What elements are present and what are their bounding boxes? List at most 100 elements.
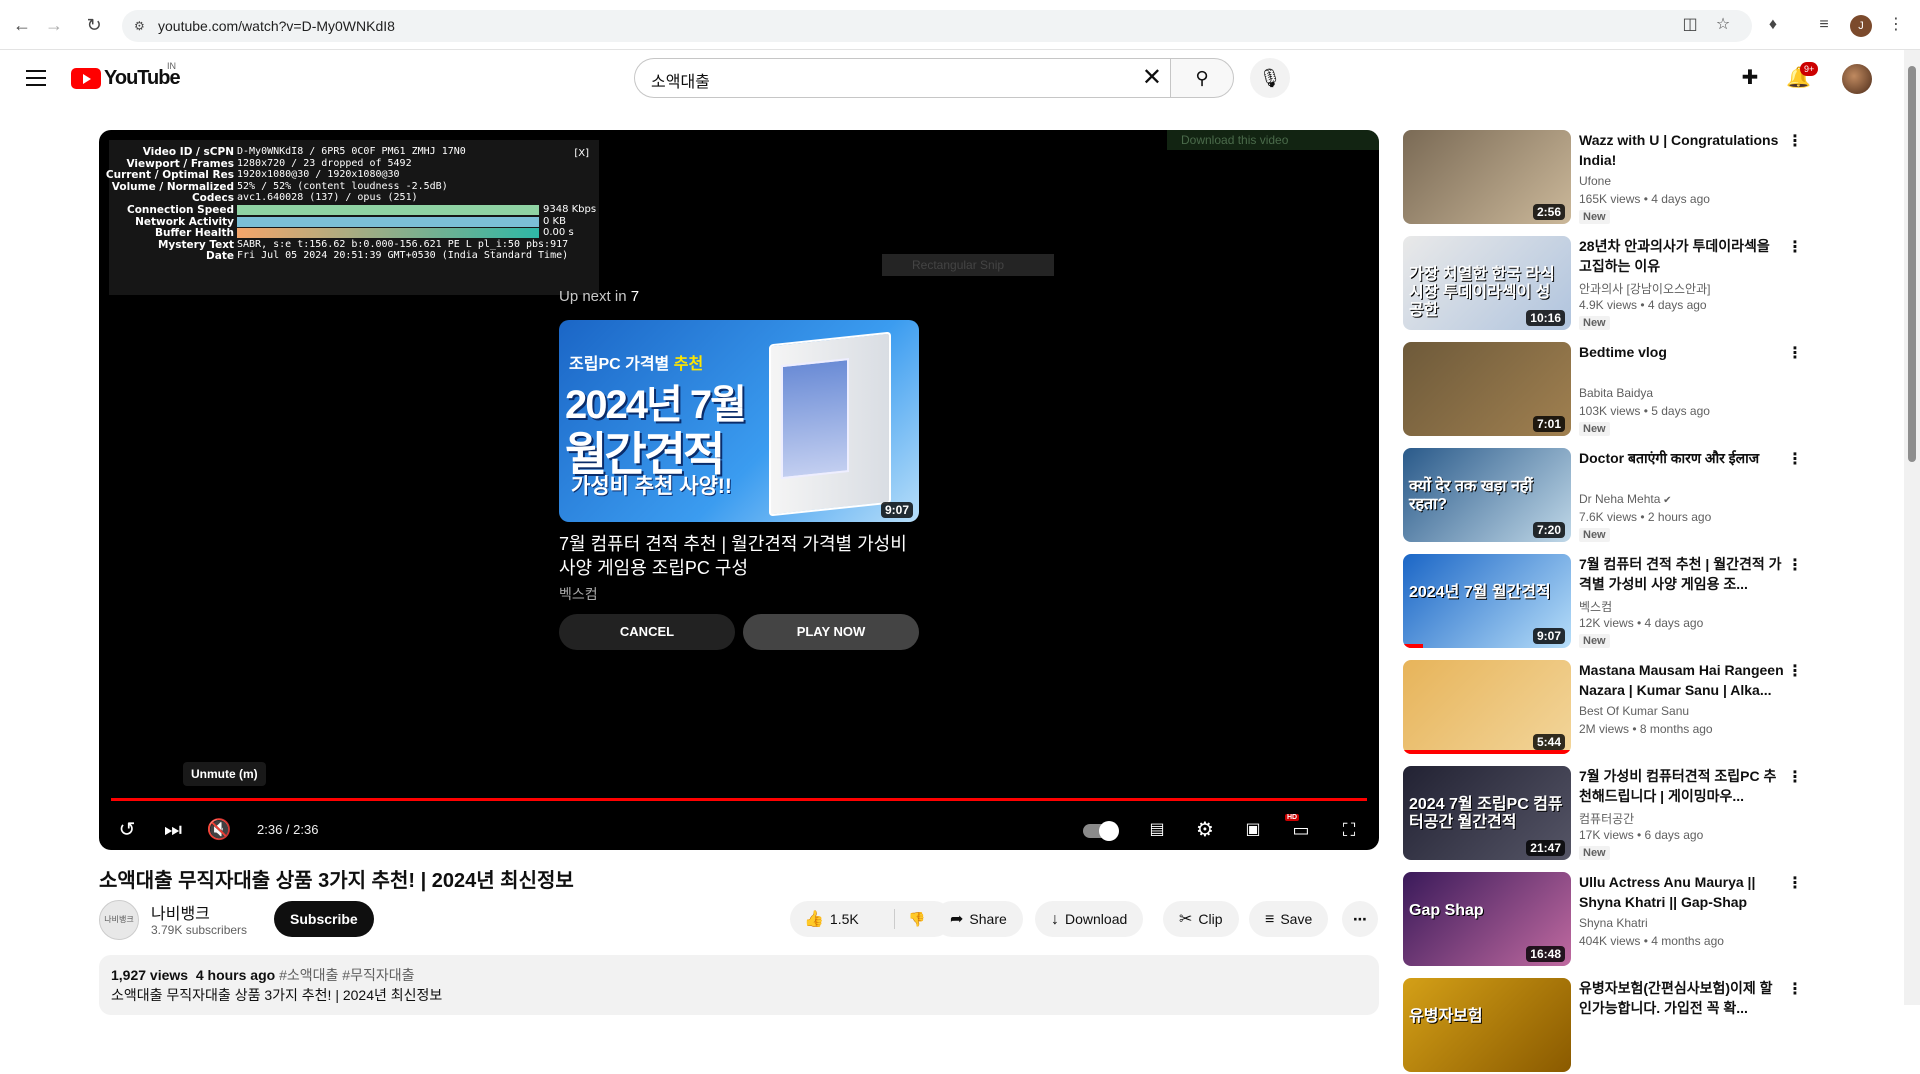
play-now-button[interactable]: PLAY NOW [743,614,919,650]
add-playlist-icon: ≡ [1265,911,1275,928]
video-title[interactable]: Ullu Actress Anu Maurya || Shyna Khatri … [1579,872,1785,912]
theater-mode-icon[interactable]: ▭ [1283,812,1319,848]
next-video-icon[interactable]: ⏭ [155,812,191,848]
more-vertical-icon[interactable]: ⋮ [1785,770,1805,786]
dislike-button[interactable]: 👎 [908,901,925,937]
account-avatar[interactable] [1842,64,1872,94]
create-video-icon[interactable]: ✚ [1738,66,1762,90]
video-thumbnail[interactable]: Gap Shap 16:48 [1403,872,1571,966]
share-button[interactable]: ➦ Share [934,901,1023,937]
browser-profile-avatar[interactable]: J [1850,15,1872,37]
site-info-icon[interactable]: ⚙ [134,18,150,34]
download-button[interactable]: ↓ Download [1035,901,1144,937]
reload-icon[interactable]: ↻ [82,13,106,37]
recommended-video[interactable]: 유병자보험 유병자보험(간편심사보험)이제 할인가능합니다. 가입전 꼭 확...… [1403,978,1803,1074]
duration-badge: 9:07 [880,502,913,518]
youtube-logo[interactable]: YouTube IN [71,61,181,89]
more-actions-button[interactable]: ⋯ [1342,901,1378,937]
media-controls-icon[interactable]: ≡ [1812,13,1836,37]
miniplayer-icon[interactable]: ▣ [1235,812,1271,848]
channel-avatar[interactable]: 나비뱅크 [99,900,139,940]
install-app-icon[interactable]: ◫ [1678,13,1702,37]
recommended-video[interactable]: 2024년 7월 월간견적 9:07 7월 컴퓨터 견적 추천 | 월간견적 가격별… [1403,554,1803,650]
stats-key: Codecs [191,192,234,205]
channel-name[interactable]: 컴퓨터공간 [1579,810,1634,827]
progress-bar[interactable] [111,798,1367,801]
forward-icon[interactable]: → [42,13,66,37]
recommended-video[interactable]: Gap Shap 16:48 Ullu Actress Anu Maurya || … [1403,872,1803,968]
muted-volume-icon[interactable]: 🔇 [201,812,237,848]
save-button[interactable]: ≡ Save [1249,901,1329,937]
page-scrollbar[interactable] [1904,50,1920,1005]
video-title[interactable]: Wazz with U | Congratulations India! [1579,130,1785,170]
search-query[interactable]: 소액대출 [651,68,710,92]
recommended-video[interactable]: क्यों देर तक खड़ा नहीं रहता? 7:20 Doctor ब… [1403,448,1803,544]
video-thumbnail[interactable]: 2024 7월 조립PC 컴퓨터공간 월간견적 21:47 [1403,766,1571,860]
channel-name[interactable]: Best Of Kumar Sanu [1579,704,1689,718]
search-button[interactable]: ⚲ [1170,58,1234,98]
video-title[interactable]: Bedtime vlog [1579,342,1785,362]
more-vertical-icon[interactable]: ⋮ [1785,876,1805,892]
video-thumbnail[interactable]: क्यों देर तक खड़ा नहीं रहता? 7:20 [1403,448,1571,542]
voice-search-button[interactable]: 🎙 [1250,58,1290,98]
video-title[interactable]: Mastana Mausam Hai Rangeen Nazara | Kuma… [1579,660,1785,700]
bookmark-star-icon[interactable]: ☆ [1711,13,1735,37]
address-bar[interactable]: ⚙ youtube.com/watch?v=D-My0WNKdI8 [122,10,1752,42]
channel-name[interactable]: 안과의사 [강남이오스안과] [1579,280,1710,297]
recommended-video[interactable]: 7:01 Bedtime vlog Babita Baidya 103K views … [1403,342,1803,438]
replay-icon[interactable]: ↺ [109,812,145,848]
hashtags[interactable]: #소액대출 #무직자대출 [279,967,414,983]
like-button[interactable]: 👍 1.5K [804,901,859,938]
scrollbar-thumb[interactable] [1908,66,1916,462]
recommended-video[interactable]: 5:44 Mastana Mausam Hai Rangeen Nazara | … [1403,660,1803,756]
fullscreen-icon[interactable]: ⛶ [1331,812,1367,848]
url-text[interactable]: youtube.com/watch?v=D-My0WNKdI8 [158,18,395,34]
autoplay-toggle[interactable] [1083,821,1119,841]
extensions-icon[interactable]: ♦ [1761,13,1785,37]
video-thumbnail[interactable]: 유병자보험 [1403,978,1571,1072]
channel-name[interactable]: Shyna Khatri [1579,916,1648,930]
clip-button[interactable]: ✂ Clip [1163,901,1239,937]
menu-icon[interactable] [24,66,48,90]
more-vertical-icon[interactable]: ⋮ [1785,134,1805,150]
duration-badge: 7:20 [1532,522,1565,538]
video-thumbnail[interactable]: 5:44 [1403,660,1571,754]
search-input[interactable]: 소액대출 ✕ [634,58,1170,98]
recommended-video[interactable]: 2024 7월 조립PC 컴퓨터공간 월간견적 21:47 7월 가성비 컴퓨터견적… [1403,766,1803,862]
video-thumbnail[interactable]: 2024년 7월 월간견적 9:07 [1403,554,1571,648]
description-box[interactable]: 1,927 views 4 hours ago #소액대출 #무직자대출 소액대… [99,955,1379,1015]
up-next-title[interactable]: 7월 컴퓨터 견적 추천 | 월간견적 가격별 가성비 사양 게임용 조립PC … [559,532,919,580]
video-thumbnail[interactable]: 7:01 [1403,342,1571,436]
video-title[interactable]: 유병자보험(간편심사보험)이제 할인가능합니다. 가입전 꼭 확... [1579,978,1785,1018]
video-title[interactable]: 7월 컴퓨터 견적 추천 | 월간견적 가격별 가성비 사양 게임용 조... [1579,554,1785,594]
video-title[interactable]: Doctor बताएंगी कारण और ईलाज [1579,448,1785,468]
up-next-thumbnail[interactable]: 조립PC 가격별 추천 2024년 7월 월간견적 가성비 추천 사양!! 9:… [559,320,919,522]
channel-name[interactable]: 나비뱅크 [151,900,210,924]
more-vertical-icon[interactable]: ⋮ [1785,558,1805,574]
cancel-button[interactable]: CANCEL [559,614,735,650]
video-thumbnail[interactable]: 가장 치열한 한국 라식 시장 투데이라섹이 성공한 10:16 [1403,236,1571,330]
more-vertical-icon[interactable]: ⋮ [1785,240,1805,256]
more-vertical-icon[interactable]: ⋮ [1785,982,1805,998]
recommended-video[interactable]: 2:56 Wazz with U | Congratulations India!… [1403,130,1803,226]
video-player[interactable]: Download this video Rectangular Snip [X]… [99,130,1379,850]
browser-menu-icon[interactable]: ⋮ [1884,13,1908,37]
more-vertical-icon[interactable]: ⋮ [1785,452,1805,468]
clear-search-icon[interactable]: ✕ [1142,65,1162,91]
video-thumbnail[interactable]: 2:56 [1403,130,1571,224]
video-title[interactable]: 28년차 안과의사가 투데이라섹을 고집하는 이유 [1579,236,1785,276]
back-icon[interactable]: ← [10,13,34,37]
more-vertical-icon[interactable]: ⋮ [1785,664,1805,680]
channel-name[interactable]: 벡스컴 [1579,598,1612,615]
stats-value: D-My0WNKdI8 / 6PR5 0C0F PM61 ZMHJ 17N0 [237,146,466,157]
settings-gear-icon[interactable]: ⚙ [1187,812,1223,848]
channel-name[interactable]: Dr Neha Mehta ✔ [1579,492,1672,506]
recommended-video[interactable]: 가장 치열한 한국 라식 시장 투데이라섹이 성공한 10:16 28년차 안과의사… [1403,236,1803,332]
download-video-overlay[interactable]: Download this video [1167,130,1379,150]
channel-name[interactable]: Babita Baidya [1579,386,1653,400]
more-vertical-icon[interactable]: ⋮ [1785,346,1805,362]
subtitles-icon[interactable]: ▤ [1139,812,1175,848]
video-title[interactable]: 7월 가성비 컴퓨터견적 조립PC 추천해드립니다 | 게이밍마우... [1579,766,1785,806]
subscribe-button[interactable]: Subscribe [274,901,374,937]
channel-name[interactable]: Ufone [1579,174,1611,188]
